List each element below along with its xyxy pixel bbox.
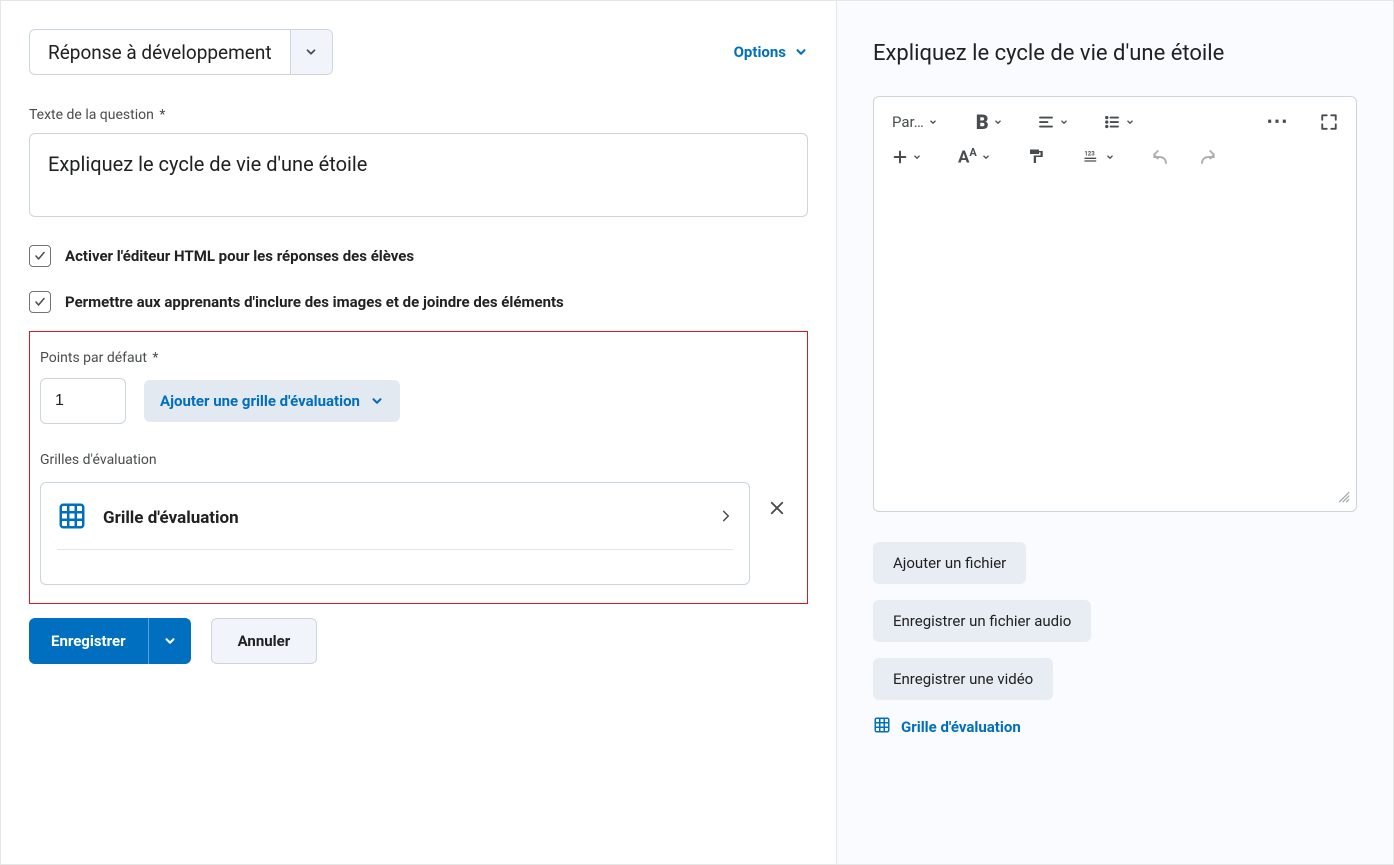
rubric-grid-icon: [873, 716, 891, 738]
rubric-card-left: Grille d'évaluation: [57, 501, 239, 535]
editor-top-row: Réponse à développement Options: [29, 29, 808, 75]
rte-more-icon[interactable]: ⋯: [1262, 107, 1294, 136]
rte-bold[interactable]: B: [972, 108, 1007, 136]
rte-align[interactable]: [1033, 111, 1073, 133]
question-editor-panel: Réponse à développement Options Texte de…: [1, 1, 837, 864]
app-root: Réponse à développement Options Texte de…: [0, 0, 1394, 865]
points-and-rubric-section: Points par défaut * Ajouter une grille d…: [29, 331, 808, 604]
save-button[interactable]: Enregistrer: [29, 618, 149, 664]
rte-fullscreen-icon[interactable]: [1316, 111, 1342, 133]
svg-text:123: 123: [1084, 150, 1095, 157]
rte-font[interactable]: AA: [954, 144, 995, 170]
preview-question-title: Expliquez le cycle de vie d'une étoile: [873, 41, 1357, 66]
editor-footer: Enregistrer Annuler: [29, 618, 808, 664]
question-type-select[interactable]: Réponse à développement: [29, 29, 333, 75]
rubric-title: Grille d'évaluation: [103, 508, 239, 528]
save-dropdown-button[interactable]: [149, 618, 191, 664]
add-rubric-button[interactable]: Ajouter une grille d'évaluation: [144, 380, 400, 422]
chevron-down-icon: [794, 45, 808, 59]
chevron-down-icon: [290, 29, 332, 75]
required-asterisk: *: [156, 107, 166, 123]
rte-undo-icon[interactable]: [1147, 146, 1173, 168]
rte-list[interactable]: [1099, 111, 1139, 133]
remove-rubric-button[interactable]: [768, 482, 786, 523]
rubric-link-label: Grille d'évaluation: [901, 718, 1021, 736]
points-row: Ajouter une grille d'évaluation: [40, 378, 793, 424]
rubric-card-header: Grille d'évaluation: [57, 493, 733, 550]
rte-line-spacing[interactable]: 123: [1077, 147, 1119, 167]
chevron-down-icon: [370, 394, 384, 408]
preview-panel: Expliquez le cycle de vie d'une étoile P…: [837, 1, 1393, 864]
rte-body[interactable]: [874, 181, 1356, 511]
rubric-item-row: Grille d'évaluation: [40, 482, 793, 585]
points-input[interactable]: [40, 378, 126, 424]
add-rubric-label: Ajouter une grille d'évaluation: [160, 392, 360, 410]
question-text-label: Texte de la question *: [29, 107, 808, 123]
expand-rubric-icon[interactable]: [719, 508, 733, 528]
checkbox-html-editor-label: Activer l'éditeur HTML pour les réponses…: [65, 247, 414, 265]
rte-toolbar: Par… B: [874, 97, 1356, 181]
checkbox-allow-attachments[interactable]: [29, 291, 51, 313]
rte-paragraph-style[interactable]: Par…: [888, 111, 942, 133]
record-video-button[interactable]: Enregistrer une vidéo: [873, 658, 1053, 700]
points-label: Points par défaut *: [40, 350, 793, 366]
question-text-value: Expliquez le cycle de vie d'une étoile: [48, 152, 367, 176]
checkbox-html-editor[interactable]: [29, 245, 51, 267]
options-label: Options: [734, 43, 786, 61]
options-button[interactable]: Options: [734, 43, 808, 61]
rubric-card[interactable]: Grille d'évaluation: [40, 482, 750, 585]
required-asterisk: *: [149, 350, 159, 366]
question-type-label: Réponse à développement: [30, 41, 290, 64]
rubric-link[interactable]: Grille d'évaluation: [873, 716, 1357, 738]
add-file-button[interactable]: Ajouter un fichier: [873, 542, 1026, 584]
record-audio-button[interactable]: Enregistrer un fichier audio: [873, 600, 1091, 642]
rubric-grid-icon: [57, 501, 87, 535]
checkbox-allow-attachments-label: Permettre aux apprenants d'inclure des i…: [65, 293, 564, 311]
save-split-button[interactable]: Enregistrer: [29, 618, 191, 664]
resize-handle-icon[interactable]: [1336, 489, 1350, 507]
rte-insert[interactable]: [888, 147, 926, 167]
question-text-input[interactable]: Expliquez le cycle de vie d'une étoile: [29, 133, 808, 217]
checkbox-allow-attachments-row: Permettre aux apprenants d'inclure des i…: [29, 291, 808, 313]
cancel-button[interactable]: Annuler: [211, 618, 318, 664]
checkbox-html-editor-row: Activer l'éditeur HTML pour les réponses…: [29, 245, 808, 267]
rubrics-section-label: Grilles d'évaluation: [40, 452, 793, 468]
rte-format-paint-icon[interactable]: [1023, 146, 1049, 168]
rich-text-editor[interactable]: Par… B: [873, 96, 1357, 512]
rte-redo-icon[interactable]: [1195, 146, 1221, 168]
